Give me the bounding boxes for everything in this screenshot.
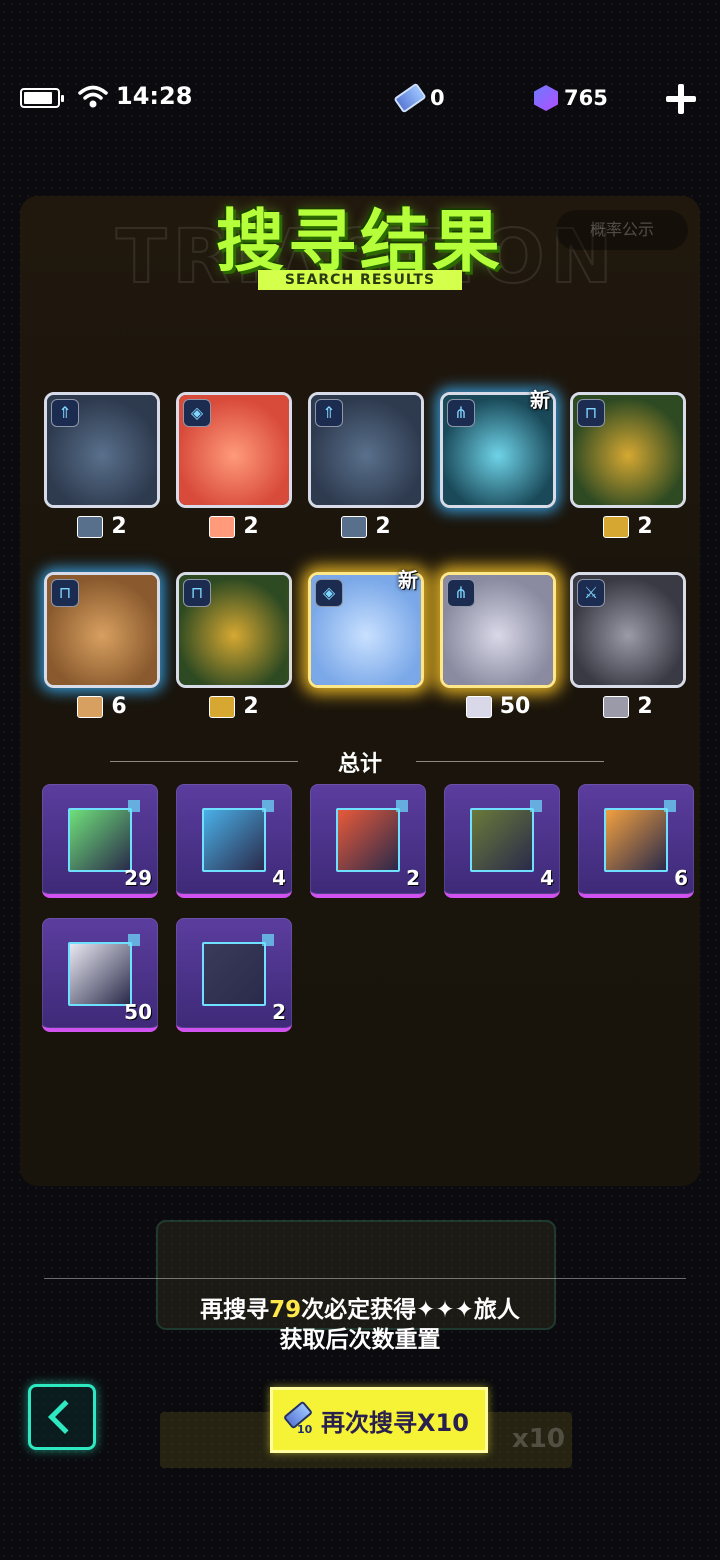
item-quantity: 2 [406,866,420,890]
search-ticket-icon [393,82,427,114]
shard-count-value: 2 [111,514,127,539]
pixel-sparkle-icon [664,800,676,812]
search-ticket-icon: 10 [282,1400,314,1437]
shard-count: 2 [176,694,292,719]
pixel-sparkle-icon [128,800,140,812]
item-quantity: 6 [674,866,688,890]
new-tag: 新 [398,568,418,592]
ticket-counter: 0 [393,82,445,114]
result-card[interactable]: ⇑ [308,392,424,508]
search-again-label: 再次搜寻X10 [321,1408,469,1437]
shard-icon [603,515,630,538]
item-icon [202,942,266,1006]
result-card[interactable]: ⊓ [176,572,292,688]
pixel-sparkle-icon [128,934,140,946]
banner-dim-overlay [20,196,700,1186]
item-icon [604,808,668,872]
shard-icon [209,695,236,718]
guarantee-notice: 再搜寻79次必定获得✦✦✦旅人 [200,1297,520,1323]
item-icon [202,808,266,872]
inventory-tile[interactable]: 4 [176,784,292,898]
class-badge-icon: ⊓ [577,399,605,427]
inventory-tile[interactable]: 29 [42,784,158,898]
dimmed-x10-label: x10 [512,1424,565,1454]
new-tag: 新 [530,388,550,412]
shard-count: 2 [44,514,160,539]
item-icon [68,808,132,872]
item-quantity: 4 [540,866,554,890]
ticket-count: 0 [430,86,445,110]
shard-icon [77,695,104,718]
gem-cube-icon [534,85,558,111]
shard-count: 2 [176,514,292,539]
inventory-tile[interactable]: 4 [444,784,560,898]
pixel-sparkle-icon [396,800,408,812]
inventory-tile[interactable]: 50 [42,918,158,1032]
shard-icon [77,515,104,538]
battery-icon [20,88,64,108]
inventory-tile[interactable]: 2 [310,784,426,898]
result-card[interactable]: ⚔ [570,572,686,688]
inventory-tile[interactable]: 6 [578,784,694,898]
shard-count-value: 2 [637,514,653,539]
result-card[interactable]: ⊓ [570,392,686,508]
shard-count-value: 6 [111,694,127,719]
pixel-sparkle-icon [262,800,274,812]
item-quantity: 2 [272,1000,286,1024]
item-icon [336,808,400,872]
chevron-left-icon [48,1400,82,1434]
add-currency-button[interactable] [664,82,698,116]
wifi-icon [78,85,108,108]
shard-icon [341,515,368,538]
class-badge-icon: ⊓ [183,579,211,607]
class-badge-icon: ⇑ [315,399,343,427]
class-badge-icon: ⋔ [447,399,475,427]
class-badge-icon: ⇑ [51,399,79,427]
total-label: 总计 [337,752,382,777]
shard-count-value: 2 [375,514,391,539]
item-quantity: 29 [124,866,152,890]
shard-count-value: 2 [637,694,653,719]
shard-icon [209,515,236,538]
page-subtitle: SEARCH RESULTS [258,270,462,290]
item-quantity: 4 [272,866,286,890]
class-badge-icon: ⊓ [51,579,79,607]
gem-counter: 765 [534,84,608,112]
shard-count: 2 [570,514,686,539]
inventory-tile[interactable]: 2 [176,918,292,1032]
class-badge-icon: ◈ [315,579,343,607]
result-card[interactable]: ⊓ [44,572,160,688]
shard-icon [465,695,492,718]
back-button[interactable] [28,1384,96,1450]
result-card[interactable]: ◈ [176,392,292,508]
class-badge-icon: ⋔ [447,579,475,607]
item-icon [470,808,534,872]
shard-count-value: 2 [243,514,259,539]
shard-count: 2 [308,514,424,539]
shard-count: 2 [570,694,686,719]
item-quantity: 50 [124,1000,152,1024]
status-bar [0,70,720,126]
item-icon [68,942,132,1006]
gem-count: 765 [564,86,608,110]
shard-count-value: 2 [243,694,259,719]
pixel-sparkle-icon [262,934,274,946]
shard-count: 50 [440,694,556,719]
shard-icon [603,695,630,718]
reset-notice: 获取后次数重置 [279,1327,441,1353]
result-card[interactable]: ⇑ [44,392,160,508]
search-again-x10-button[interactable]: 10 再次搜寻X10 [270,1387,488,1453]
shard-count: 6 [44,694,160,719]
pixel-sparkle-icon [530,800,542,812]
shard-count-value: 50 [499,694,531,719]
notice-divider [44,1278,686,1279]
result-card[interactable]: ⋔ [440,572,556,688]
class-badge-icon: ◈ [183,399,211,427]
clock: 14:28 [116,82,193,110]
class-badge-icon: ⚔ [577,579,605,607]
